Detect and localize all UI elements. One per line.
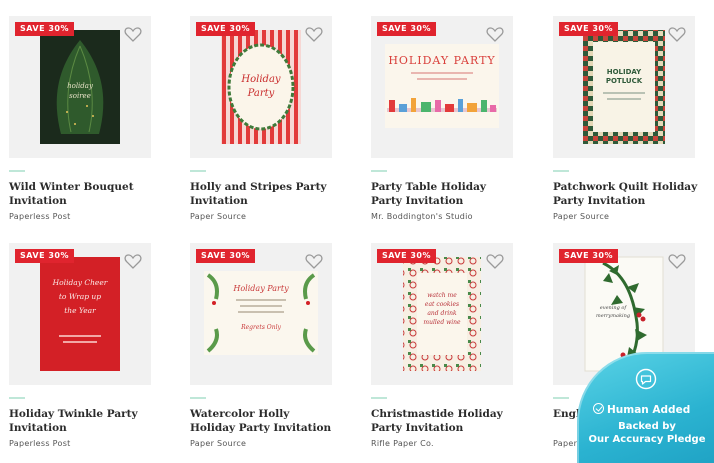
chat-bubble-icon: [635, 368, 657, 390]
art-text: POTLUCK: [606, 77, 643, 85]
check-circle-icon: [593, 403, 604, 414]
art-text: eat cookies: [425, 301, 459, 308]
heart-icon[interactable]: [123, 251, 143, 271]
product-title[interactable]: Patchwork Quilt Holiday Party Invitation: [553, 180, 701, 208]
product-title[interactable]: Holly and Stripes Party Invitation: [190, 180, 338, 208]
product-image[interactable]: watch me eat cookies and drink mulled wi…: [371, 243, 513, 385]
art-text: merrymaking: [596, 313, 630, 319]
discount-badge: SAVE 30%: [15, 249, 74, 263]
separator: [553, 397, 569, 399]
art-text: soiree: [69, 92, 91, 100]
discount-badge: SAVE 30%: [15, 22, 74, 36]
discount-badge: SAVE 30%: [377, 22, 436, 36]
art-text: Holiday: [240, 74, 281, 85]
art-text: evening of: [600, 305, 628, 311]
product-image[interactable]: HOLIDAY PARTY SAVE 30%: [371, 16, 513, 158]
product-image[interactable]: Holiday Party SAVE 30%: [190, 16, 332, 158]
heart-icon[interactable]: [667, 251, 687, 271]
separator: [553, 170, 569, 172]
product-brand[interactable]: Rifle Paper Co.: [371, 439, 434, 448]
art-text: HOLIDAY: [607, 68, 642, 76]
discount-badge: SAVE 30%: [559, 249, 618, 263]
product-image[interactable]: Holiday Party Regrets Only SAVE 30%: [190, 243, 332, 385]
product-brand[interactable]: Paperless Post: [9, 212, 71, 221]
heart-icon[interactable]: [123, 24, 143, 44]
art-text: watch me: [427, 292, 457, 299]
product-brand[interactable]: Paper Source: [190, 212, 246, 221]
art-text: HOLIDAY PARTY: [388, 54, 495, 67]
pledge-line-1: Backed by: [618, 421, 676, 432]
heart-icon[interactable]: [667, 24, 687, 44]
separator: [371, 397, 387, 399]
art-text: and drink: [427, 310, 457, 317]
art-text: Party: [247, 88, 275, 99]
art-text: Holiday Cheer: [52, 278, 108, 287]
discount-badge: SAVE 30%: [196, 249, 255, 263]
product-brand[interactable]: Paper Source: [553, 212, 609, 221]
pledge-headline: Human Added: [593, 403, 690, 416]
product-brand[interactable]: Mr. Boddington's Studio: [371, 212, 473, 221]
art-text: mulled wine: [423, 319, 461, 326]
product-title[interactable]: Wild Winter Bouquet Invitation: [9, 180, 157, 208]
pledge-headline-text: Human Added: [607, 404, 691, 416]
art-text: to Wrap up: [59, 292, 101, 301]
separator: [190, 170, 206, 172]
art-text: holiday: [67, 82, 94, 90]
product-title[interactable]: Holiday Twinkle Party Invitation: [9, 407, 157, 435]
discount-badge: SAVE 30%: [377, 249, 436, 263]
product-title[interactable]: Party Table Holiday Party Invitation: [371, 180, 519, 208]
heart-icon[interactable]: [304, 24, 324, 44]
product-title[interactable]: Watercolor Holly Holiday Party Invitatio…: [190, 407, 338, 435]
product-title[interactable]: Christmastide Holiday Party Invitation: [371, 407, 519, 435]
art-text: Regrets Only: [240, 324, 281, 331]
product-brand[interactable]: Paper Source: [190, 439, 246, 448]
product-image[interactable]: HOLIDAY POTLUCK SAVE 30%: [553, 16, 695, 158]
heart-icon[interactable]: [485, 24, 505, 44]
product-image[interactable]: holiday soiree SAVE 30%: [9, 16, 151, 158]
art-text: the Year: [64, 306, 96, 315]
discount-badge: SAVE 30%: [559, 22, 618, 36]
separator: [190, 397, 206, 399]
product-brand[interactable]: Paperless Post: [9, 439, 71, 448]
heart-icon[interactable]: [485, 251, 505, 271]
product-image[interactable]: Holiday Cheer to Wrap up the Year SAVE 3…: [9, 243, 151, 385]
discount-badge: SAVE 30%: [196, 22, 255, 36]
heart-icon[interactable]: [304, 251, 324, 271]
separator: [9, 397, 25, 399]
art-text: Holiday Party: [232, 284, 289, 293]
separator: [9, 170, 25, 172]
pledge-line-2: Our Accuracy Pledge: [588, 434, 706, 445]
separator: [371, 170, 387, 172]
